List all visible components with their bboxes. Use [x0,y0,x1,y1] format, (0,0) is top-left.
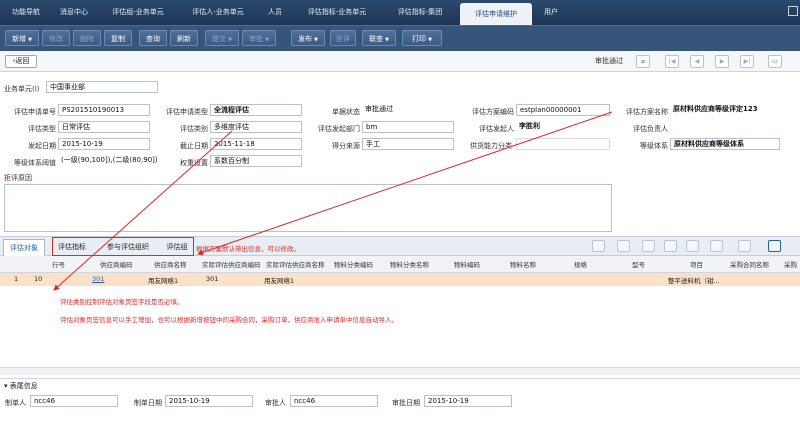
creator-field[interactable]: ncc46 [30,395,118,407]
approver-label: 审批人 [265,399,286,407]
create-date-field[interactable]: 2015-10-19 [165,395,253,407]
creator-label: 制单人 [5,399,26,407]
approver-field[interactable]: ncc46 [290,395,378,407]
arrow-to-tabs [197,111,613,256]
approve-date-field[interactable]: 2015-10-19 [424,395,512,407]
approve-date-label: 审批日期 [392,399,420,407]
arrow-to-category-note [53,130,233,291]
create-date-label: 制单日期 [134,399,162,407]
annotation-arrows [53,111,613,291]
horizontal-scrollbar[interactable] [0,367,800,375]
footer-section-title[interactable]: ▾ 表尾信息 [4,381,38,391]
footer-section: ▾ 表尾信息 制单人 ncc46 制单日期 2015-10-19 审批人 ncc… [0,378,800,425]
